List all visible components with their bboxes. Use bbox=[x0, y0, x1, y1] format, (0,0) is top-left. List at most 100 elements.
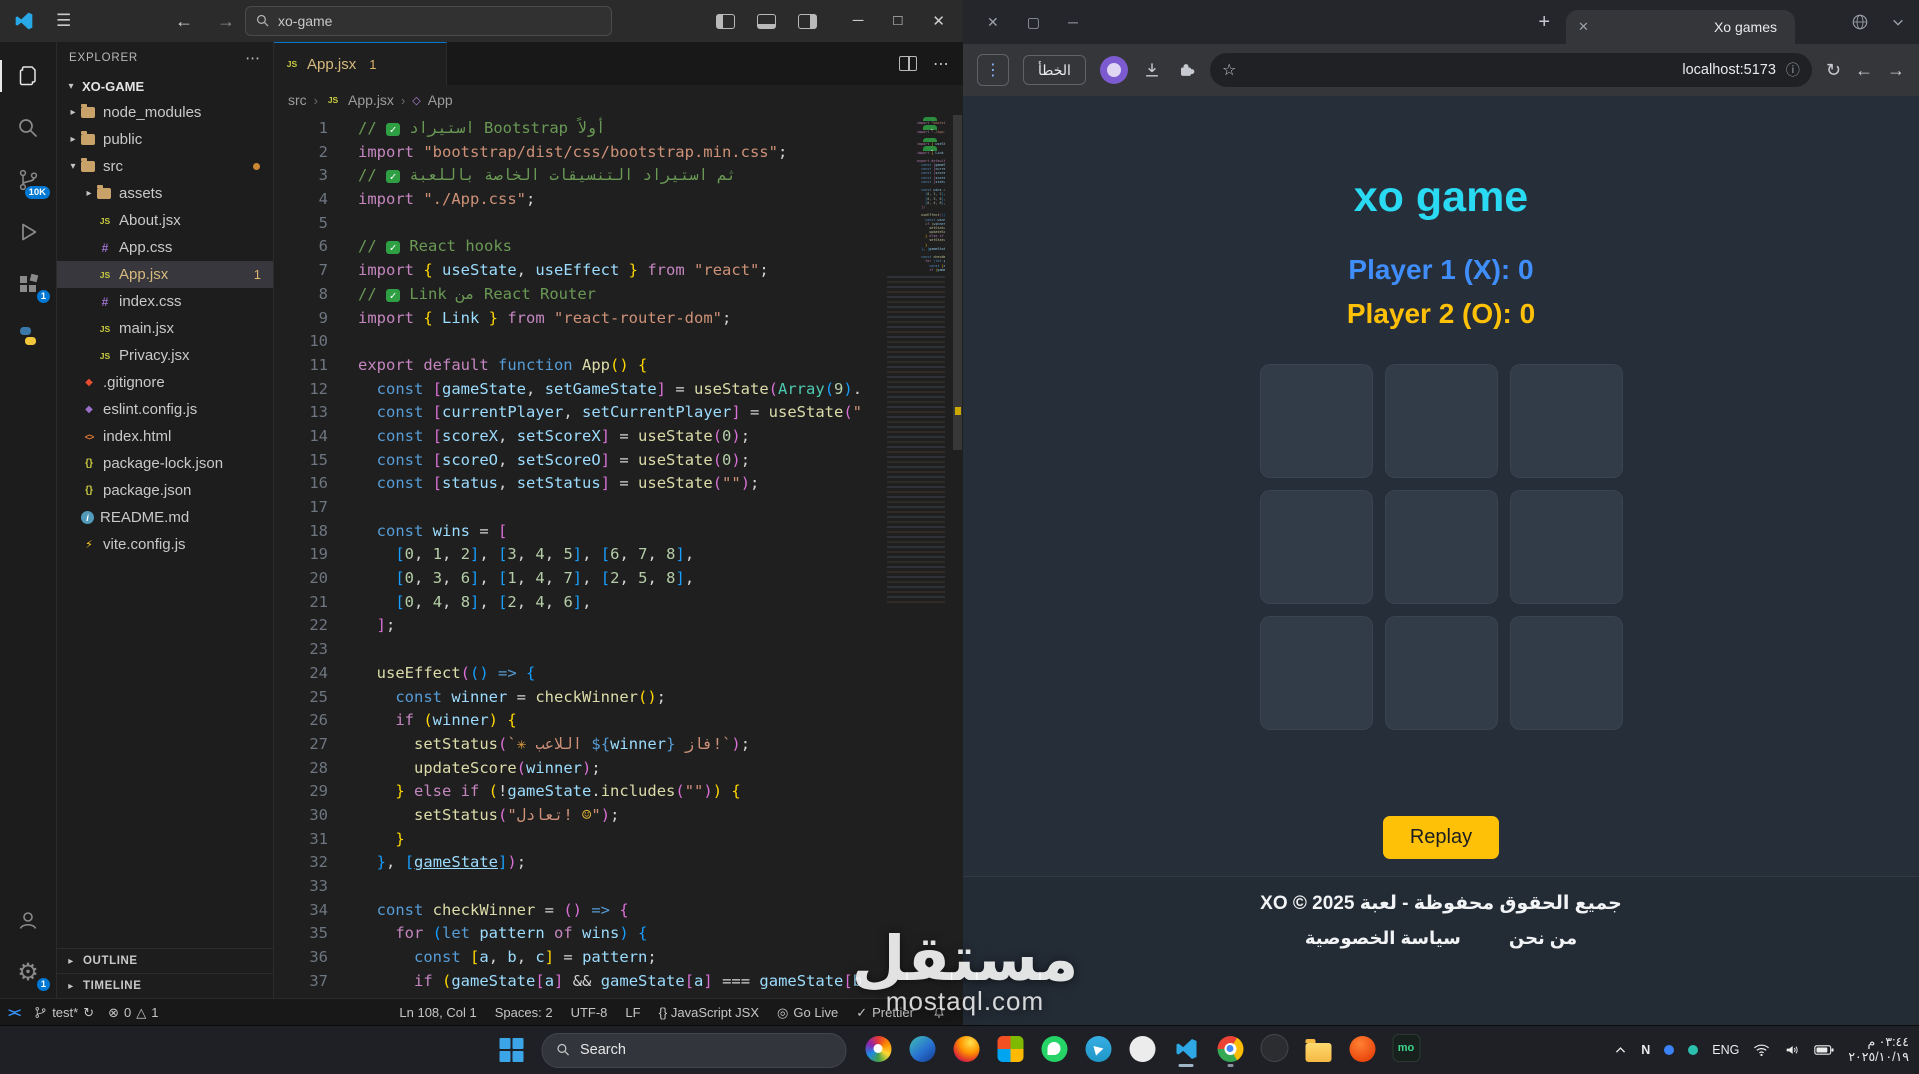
downloads-icon[interactable] bbox=[1142, 60, 1162, 80]
colorwheel-taskbar-icon[interactable] bbox=[864, 1035, 892, 1067]
firefox-taskbar-icon[interactable] bbox=[952, 1035, 980, 1067]
board-cell[interactable] bbox=[1259, 363, 1373, 478]
code-line[interactable]: 1// ✓ استيراد Bootstrap أولاً bbox=[274, 117, 883, 141]
browser-close-icon[interactable]: ✕ bbox=[987, 14, 999, 31]
edge-taskbar-icon[interactable] bbox=[908, 1035, 936, 1067]
indentation[interactable]: Spaces: 2 bbox=[488, 1005, 560, 1020]
code-line[interactable]: 22 ]; bbox=[274, 614, 883, 638]
file-item-package-lock.json[interactable]: {} package-lock.json bbox=[57, 450, 273, 477]
code-line[interactable]: 14 const [scoreX, setScoreX] = useState(… bbox=[274, 425, 883, 449]
source-control-icon[interactable]: 10K bbox=[0, 154, 56, 206]
tab-app-jsx[interactable]: JS App.jsx 1 bbox=[274, 42, 447, 85]
address-bar[interactable]: ☆ localhost:5173 ⓘ bbox=[1209, 53, 1812, 87]
problems-item[interactable]: ⊗ 0 △ 1 bbox=[101, 999, 165, 1026]
bookmark-star-icon[interactable]: ☆ bbox=[1222, 60, 1236, 80]
panel-timeline[interactable]: ▸ TIMELINE bbox=[57, 973, 273, 998]
code-line[interactable]: 19 [0, 1, 2], [3, 4, 5], [6, 7, 8], bbox=[274, 543, 883, 567]
code-line[interactable]: 37 if (gameState[a] && gameState[a] === … bbox=[274, 970, 883, 994]
code-line[interactable]: 20 [0, 3, 6], [1, 4, 7], [2, 5, 8], bbox=[274, 567, 883, 591]
code-line[interactable]: 10 bbox=[274, 330, 883, 354]
settings-gear-icon[interactable]: ⚙ 1 bbox=[0, 946, 56, 998]
code-line[interactable]: 18 const wins = [ bbox=[274, 520, 883, 544]
browser-minimize-icon[interactable]: ─ bbox=[1068, 14, 1078, 31]
board-cell[interactable] bbox=[1509, 489, 1623, 604]
explorer-more-icon[interactable]: ⋯ bbox=[245, 49, 261, 67]
code-line[interactable]: 12 const [gameState, setGameState] = use… bbox=[274, 378, 883, 402]
extensions-icon[interactable]: 1 bbox=[0, 258, 56, 310]
file-item-package.json[interactable]: {} package.json bbox=[57, 477, 273, 504]
vscode-taskbar-icon[interactable] bbox=[1172, 1036, 1200, 1067]
breadcrumb-item[interactable]: App bbox=[428, 92, 453, 108]
site-info-icon[interactable]: ⓘ bbox=[1786, 60, 1800, 80]
file-item-App.css[interactable]: # App.css bbox=[57, 234, 273, 261]
git-branch-item[interactable]: test* ↻ bbox=[27, 999, 101, 1026]
menu-hamburger-icon[interactable]: ☰ bbox=[56, 11, 71, 31]
code-line[interactable]: 13 const [currentPlayer, setCurrentPlaye… bbox=[274, 401, 883, 425]
language-indicator[interactable]: ENG bbox=[1712, 1043, 1739, 1057]
profile-avatar[interactable] bbox=[1099, 56, 1128, 84]
code-line[interactable]: 35 for (let pattern of wins) { bbox=[274, 922, 883, 946]
toggle-sidebar-icon[interactable] bbox=[715, 13, 735, 29]
file-item-eslint.config.js[interactable]: ◆ eslint.config.js bbox=[57, 396, 273, 423]
code-line[interactable]: 4 import "./App.css"; bbox=[274, 188, 883, 212]
language-mode[interactable]: {} JavaScript JSX bbox=[652, 1005, 766, 1020]
start-button[interactable] bbox=[499, 1038, 523, 1062]
board-cell[interactable] bbox=[1509, 615, 1623, 730]
volume-icon[interactable] bbox=[1784, 1043, 1800, 1057]
board-cell[interactable] bbox=[1509, 363, 1623, 478]
browser-globe-icon[interactable] bbox=[1851, 13, 1869, 31]
code-line[interactable]: 5 bbox=[274, 212, 883, 236]
tray-n-icon[interactable]: N bbox=[1641, 1043, 1650, 1057]
code-line[interactable]: 15 const [scoreO, setScoreO] = useState(… bbox=[274, 449, 883, 473]
code-line[interactable]: 23 bbox=[274, 638, 883, 662]
breadcrumb-item[interactable]: App.jsx bbox=[348, 92, 394, 108]
encoding[interactable]: UTF-8 bbox=[564, 1005, 615, 1020]
browser-tab[interactable]: ✕ Xo games bbox=[1566, 10, 1795, 44]
file-item-assets[interactable]: ▸ assets bbox=[57, 180, 273, 207]
file-item-public[interactable]: ▸ public bbox=[57, 126, 273, 153]
maximize-icon[interactable]: □ bbox=[893, 12, 902, 30]
profile-error-button[interactable]: الخطأ bbox=[1023, 55, 1086, 85]
panel-outline[interactable]: ▸ OUTLINE bbox=[57, 948, 273, 973]
editor-more-icon[interactable]: ⋯ bbox=[933, 54, 949, 74]
code-line[interactable]: 30 setStatus("تعادل! ☺"); bbox=[274, 804, 883, 828]
code-line[interactable]: 28 updateScore(winner); bbox=[274, 757, 883, 781]
code-line[interactable]: 31 } bbox=[274, 828, 883, 852]
whatsapp-taskbar-icon[interactable] bbox=[1040, 1035, 1068, 1067]
code-editor[interactable]: 1// ✓ استيراد Bootstrap أولاً 2 import "bo… bbox=[274, 115, 963, 998]
file-item-vite.config.js[interactable]: ⚡ vite.config.js bbox=[57, 531, 273, 558]
minimap[interactable]: // ✓ استيراد Bootstrap أولاًimport "boot… bbox=[887, 117, 945, 998]
file-item-About.jsx[interactable]: JS About.jsx bbox=[57, 207, 273, 234]
cursor-position[interactable]: Ln 108, Col 1 bbox=[392, 1005, 483, 1020]
privacy-link[interactable]: سياسة الخصوصية bbox=[1305, 928, 1461, 949]
code-line[interactable]: 25 const winner = checkWinner(); bbox=[274, 686, 883, 710]
prettier-item[interactable]: ✓ Prettier bbox=[849, 1005, 921, 1021]
code-line[interactable]: 27 setStatus(`✳ اللاعب ${winner} فاز!`); bbox=[274, 733, 883, 757]
minimize-icon[interactable]: ─ bbox=[853, 12, 864, 30]
whiteapp-taskbar-icon[interactable] bbox=[1128, 1035, 1156, 1067]
tray-chevron-up-icon[interactable] bbox=[1614, 1044, 1627, 1057]
tray-teal-app-icon[interactable] bbox=[1688, 1045, 1699, 1055]
board-cell[interactable] bbox=[1259, 489, 1373, 604]
file-item-Privacy.jsx[interactable]: JS Privacy.jsx bbox=[57, 342, 273, 369]
breadcrumb-item[interactable]: src bbox=[288, 92, 307, 108]
file-item-index.html[interactable]: <> index.html bbox=[57, 423, 273, 450]
file-item-index.css[interactable]: # index.css bbox=[57, 288, 273, 315]
store-taskbar-icon[interactable] bbox=[996, 1035, 1024, 1067]
file-item-main.jsx[interactable]: JS main.jsx bbox=[57, 315, 273, 342]
eol[interactable]: LF bbox=[618, 1005, 647, 1020]
toggle-secondary-sidebar-icon[interactable] bbox=[797, 13, 817, 29]
go-live-item[interactable]: ◎ Go Live bbox=[770, 1005, 845, 1021]
reload-icon[interactable]: ↻ bbox=[1826, 60, 1841, 81]
code-line[interactable]: 21 [0, 4, 8], [2, 4, 6], bbox=[274, 591, 883, 615]
code-line[interactable]: 24 useEffect(() => { bbox=[274, 662, 883, 686]
forward-arrow-icon[interactable]: → bbox=[217, 11, 235, 32]
code-line[interactable]: if (gameState[a] && gameState[a] === gam… bbox=[887, 268, 945, 272]
run-debug-icon[interactable] bbox=[0, 206, 56, 258]
board-cell[interactable] bbox=[1384, 489, 1498, 604]
code-line[interactable]: 16 const [status, setStatus] = useState(… bbox=[274, 472, 883, 496]
code-line[interactable]: 2 import "bootstrap/dist/css/bootstrap.mi… bbox=[274, 141, 883, 165]
explorer-icon[interactable] bbox=[0, 50, 56, 102]
code-line[interactable]: 6// ✓ React hooks bbox=[274, 235, 883, 259]
notifications-bell-icon[interactable] bbox=[925, 1006, 953, 1020]
